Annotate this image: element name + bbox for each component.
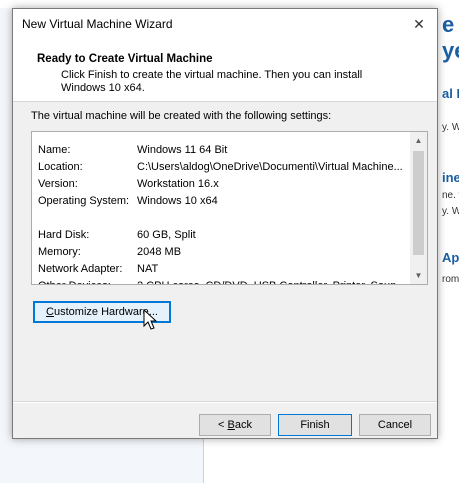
step-description: Click Finish to create the virtual machi… <box>61 69 363 94</box>
settings-list: Name: Windows 11 64 Bit Location: C:\Users\… <box>32 132 410 284</box>
close-icon: ✕ <box>413 16 425 32</box>
footer-divider <box>13 401 437 403</box>
setting-value: Windows 11 64 Bit <box>137 144 228 156</box>
back-mnemonic: B <box>227 419 235 431</box>
background-text-fragment: e <box>442 12 455 37</box>
setting-key: Version: <box>38 178 78 190</box>
background-text-fragment: ye <box>442 38 459 63</box>
window-title: New Virtual Machine Wizard <box>22 17 173 31</box>
finish-button[interactable]: Finish <box>278 414 352 436</box>
background-right-pane: e ye al M y. We ine ne. w y. We Ap rom <box>440 0 459 483</box>
setting-value: 60 GB, Split <box>137 229 196 241</box>
cancel-label: Cancel <box>377 419 413 431</box>
background-text-fragment: rom <box>442 274 459 285</box>
mouse-pointer-icon <box>143 309 157 330</box>
settings-intro-text: The virtual machine will be created with… <box>31 110 332 122</box>
scrollbar-thumb[interactable] <box>413 151 424 255</box>
background-text-fragment: al M <box>442 86 459 101</box>
back-label: ack <box>234 419 252 431</box>
background-text-fragment: y. We <box>442 206 459 217</box>
setting-key: Operating System: <box>38 195 130 207</box>
vertical-scrollbar[interactable]: ▲ ▼ <box>410 132 427 284</box>
settings-summary-box[interactable]: Name: Windows 11 64 Bit Location: C:\Users\… <box>31 131 428 285</box>
setting-value: NAT <box>137 263 159 275</box>
close-button[interactable]: ✕ <box>401 9 437 39</box>
cancel-button[interactable]: Cancel <box>359 414 431 436</box>
wizard-header: Ready to Create Virtual Machine Click Fi… <box>13 39 437 102</box>
setting-key: Network Adapter: <box>38 263 123 275</box>
setting-key: Location: <box>38 161 83 173</box>
setting-key: Name: <box>38 144 71 156</box>
new-vm-wizard-dialog: New Virtual Machine Wizard ✕ Ready to Cr… <box>12 8 438 439</box>
background-text-fragment: ine <box>442 170 459 185</box>
background-text-fragment: y. We <box>442 122 459 133</box>
setting-value: Windows 10 x64 <box>137 195 218 207</box>
customize-mnemonic: C <box>46 306 54 318</box>
background-text-fragment: ne. w <box>442 190 459 201</box>
setting-key: Other Devices: <box>38 278 138 284</box>
back-prefix: < <box>218 419 228 431</box>
setting-key: Hard Disk: <box>38 229 90 241</box>
step-title: Ready to Create Virtual Machine <box>37 53 213 65</box>
setting-value: Workstation 16.x <box>137 178 219 190</box>
setting-key: Memory: <box>38 246 81 258</box>
finish-label: Finish <box>300 419 330 431</box>
back-button[interactable]: < Back <box>199 414 271 436</box>
scroll-up-arrow-icon[interactable]: ▲ <box>410 132 427 149</box>
scroll-down-arrow-icon[interactable]: ▼ <box>410 267 427 284</box>
background-text-fragment: Ap <box>442 250 459 265</box>
setting-value: 2048 MB <box>137 246 182 258</box>
setting-value: C:\Users\aldog\OneDrive\Documenti\Virtua… <box>137 161 403 173</box>
title-bar[interactable]: New Virtual Machine Wizard ✕ <box>13 9 437 39</box>
setting-value: 2 CPU cores, CD/DVD, USB Controller, Pri… <box>137 278 409 284</box>
